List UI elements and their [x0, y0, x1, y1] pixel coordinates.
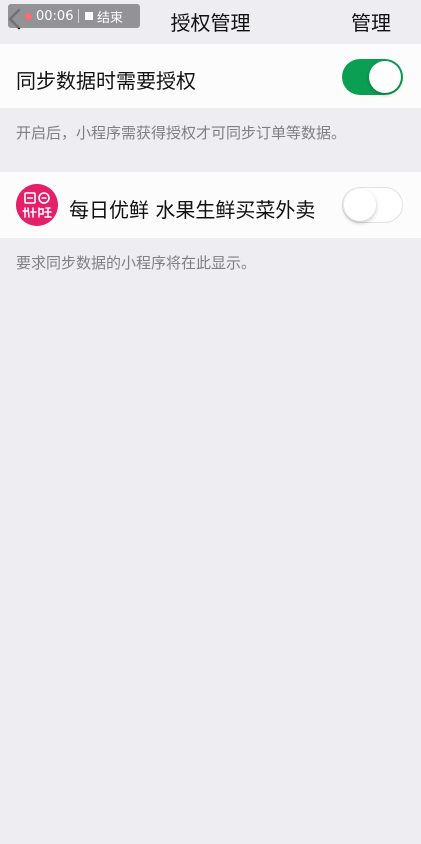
sync-auth-setting-row: 同步数据时需要授权	[0, 44, 421, 108]
toggle-knob	[369, 61, 401, 93]
missfresh-logo-icon	[16, 184, 58, 226]
sync-auth-description: 开启后，小程序需获得授权才可同步订单等数据。	[16, 124, 347, 142]
app-sync-toggle[interactable]	[342, 187, 403, 223]
toggle-knob	[344, 189, 376, 221]
app-name-label: 每日优鲜 水果生鲜买菜外卖	[69, 198, 316, 222]
sync-auth-toggle[interactable]	[342, 59, 403, 95]
app-row: 每日优鲜 水果生鲜买菜外卖	[0, 172, 421, 238]
apps-footnote: 要求同步数据的小程序将在此显示。	[16, 254, 257, 272]
sync-auth-label: 同步数据时需要授权	[16, 69, 196, 93]
manage-button[interactable]: 管理	[351, 7, 391, 36]
navigation-bar: 00:06 结束 授权管理 管理	[0, 0, 421, 44]
